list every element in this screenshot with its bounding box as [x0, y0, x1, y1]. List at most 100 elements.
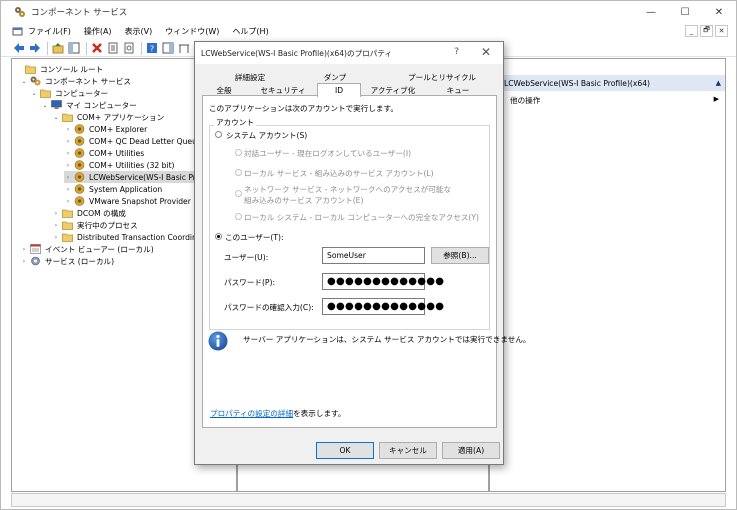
tree-item[interactable]: › COM+ Explorer	[64, 123, 147, 135]
toolbar-separator	[141, 41, 142, 55]
tree-item[interactable]: ⌄ COM+ アプリケーション	[52, 111, 164, 123]
ok-button[interactable]: OK	[316, 442, 374, 459]
tree-item[interactable]: コンソール ルート	[15, 63, 103, 75]
tree-expander-icon[interactable]: ›	[20, 246, 28, 253]
tree-item[interactable]: › VMware Snapshot Provider	[64, 195, 191, 207]
user-input[interactable]: SomeUser	[322, 247, 425, 264]
tree-item[interactable]: › System Application	[64, 183, 162, 195]
tree-item[interactable]: ⌄ コンポーネント サービス	[20, 75, 131, 87]
dialog-help-button[interactable]: ?	[454, 47, 459, 57]
component-services-icon	[15, 7, 25, 17]
tree-expander-icon[interactable]: ›	[64, 138, 72, 145]
tree-item[interactable]: › COM+ Utilities (32 bit)	[64, 159, 175, 171]
tree-expander-icon[interactable]: ⌄	[52, 114, 60, 121]
other-operations-link[interactable]: 他の操作	[510, 95, 540, 106]
tree-expander-icon[interactable]: ›	[64, 198, 72, 205]
tree-expander-icon[interactable]: ›	[52, 210, 60, 217]
tree-expander-icon[interactable]: ⌄	[41, 102, 49, 109]
tree-expander-icon[interactable]: ›	[52, 222, 60, 229]
close-button[interactable]: ✕	[702, 1, 736, 23]
mdi-close-button[interactable]: ✕	[715, 25, 728, 37]
tree-expander-icon[interactable]: ›	[52, 234, 60, 241]
tree-item[interactable]: › サービス (ローカル)	[20, 255, 114, 267]
apply-button[interactable]: 適用(A)	[442, 442, 500, 459]
maximize-button[interactable]: ☐	[668, 1, 702, 23]
show-action-pane-button[interactable]	[161, 42, 174, 55]
interactive-user-radio[interactable]	[235, 149, 242, 156]
tree-expander-icon[interactable]: ›	[64, 186, 72, 193]
this-user-radio[interactable]	[215, 233, 222, 240]
property-settings-link[interactable]: プロパティの設定の詳細	[210, 409, 293, 418]
show-hide-tree-button[interactable]	[67, 42, 80, 55]
tree-item[interactable]: › COM+ Utilities	[64, 147, 144, 159]
mdi-restore-button[interactable]: 🗗	[700, 25, 713, 37]
interactive-user-label: 対話ユーザー - 現在ログオンしているユーザー(I)	[244, 149, 412, 158]
status-bar	[11, 493, 726, 507]
network-service-radio[interactable]	[235, 190, 242, 197]
menu-window-label: ウィンドウ(W)	[165, 27, 220, 36]
delete-x-icon	[91, 43, 102, 53]
tree-item[interactable]: ⌄ マイ コンピューター	[41, 99, 137, 111]
local-system-radio[interactable]	[235, 213, 242, 220]
local-service-radio[interactable]	[235, 169, 242, 176]
cancel-button[interactable]: キャンセル	[379, 442, 437, 459]
tree-expander-icon[interactable]: ⌄	[20, 78, 28, 85]
tree-item[interactable]: › DCOM の構成	[52, 207, 126, 219]
browse-button[interactable]: 参照(B)...	[431, 247, 489, 264]
com-app-icon	[74, 148, 85, 158]
component-button[interactable]	[177, 42, 190, 55]
system-account-radio[interactable]	[215, 131, 222, 138]
tree-item[interactable]: › Distributed Transaction Coordinat	[52, 231, 204, 243]
help-button[interactable]: ?	[145, 42, 158, 55]
password-input[interactable]: ●●●●●●●●●●●●●	[322, 273, 444, 290]
dialog-title: LCWebService(WS-I Basic Profile)(x64)のプロ…	[201, 48, 393, 58]
properties-button[interactable]	[106, 42, 119, 55]
toolbar-separator	[47, 41, 48, 55]
event-viewer-icon	[30, 244, 41, 254]
tree-item[interactable]: › 実行中のプロセス	[52, 219, 138, 231]
tree-expander-icon[interactable]: ›	[64, 150, 72, 157]
menu-file[interactable]: ファイル(F)	[12, 26, 71, 37]
menu-help[interactable]: ヘルプ(H)	[232, 26, 268, 37]
network-service-label-line2: 組み込みのサービス アカウント(E)	[244, 196, 364, 205]
delete-button[interactable]	[90, 42, 103, 55]
tree-expander-icon[interactable]: ⌄	[30, 90, 38, 97]
more-info-link-line: プロパティの設定の詳細を表示します。	[210, 408, 345, 419]
help-icon: ?	[146, 43, 157, 54]
tree-item-label: コンポーネント サービス	[45, 76, 131, 86]
menu-file-label: ファイル(F)	[28, 27, 71, 36]
menu-view[interactable]: 表示(V)	[125, 26, 153, 37]
confirm-password-input[interactable]: ●●●●●●●●●●●●●	[322, 298, 444, 315]
menu-window[interactable]: ウィンドウ(W)	[165, 26, 219, 37]
account-group-label: アカウント	[214, 117, 256, 128]
tab-identity[interactable]: ID	[317, 83, 361, 97]
tree-item[interactable]: › イベント ビューアー (ローカル)	[20, 243, 154, 255]
forward-button[interactable]	[28, 42, 41, 55]
computer-icon	[51, 100, 62, 109]
refresh-button[interactable]	[122, 42, 135, 55]
toolbar-separator	[86, 41, 87, 55]
menu-action[interactable]: 操作(A)	[84, 26, 112, 37]
tree-expander-icon[interactable]: ›	[64, 162, 72, 169]
tree-item-label: 実行中のプロセス	[77, 220, 138, 230]
actions-header[interactable]: LCWebService(WS-I Basic Profile)(x64) ▲	[490, 75, 725, 91]
tab-advanced[interactable]: 詳細設定	[225, 71, 275, 84]
tree-item[interactable]: ⌄ コンピューター	[30, 87, 108, 99]
local-service-label: ローカル サービス - 組み込みのサービス アカウント(L)	[244, 169, 434, 178]
identity-tab-panel: このアプリケーションは次のアカウントで実行します。 アカウント システム アカウ…	[202, 95, 531, 428]
up-folder-button[interactable]	[51, 42, 64, 55]
dialog-close-button[interactable]: ✕	[481, 45, 491, 59]
collapse-arrow-icon[interactable]: ▲	[716, 79, 721, 87]
minimize-button[interactable]: —	[634, 1, 668, 23]
back-button[interactable]	[12, 42, 25, 55]
tree-expander-icon[interactable]: ›	[20, 258, 28, 265]
tree-item[interactable]: › COM+ QC Dead Letter Queue	[64, 135, 202, 147]
up-folder-icon	[52, 43, 63, 54]
action-pane-icon	[162, 42, 173, 54]
folder-icon	[62, 113, 73, 122]
tree-expander-icon[interactable]: ›	[64, 126, 72, 133]
tree-expander-icon[interactable]: ›	[64, 174, 72, 181]
mdi-minimize-button[interactable]: _	[685, 25, 698, 37]
menu-bar: ファイル(F) 操作(A) 表示(V) ウィンドウ(W) ヘルプ(H) _ 🗗 …	[1, 23, 736, 40]
tab-pooling-recycling[interactable]: プールとリサイクル	[405, 71, 479, 84]
